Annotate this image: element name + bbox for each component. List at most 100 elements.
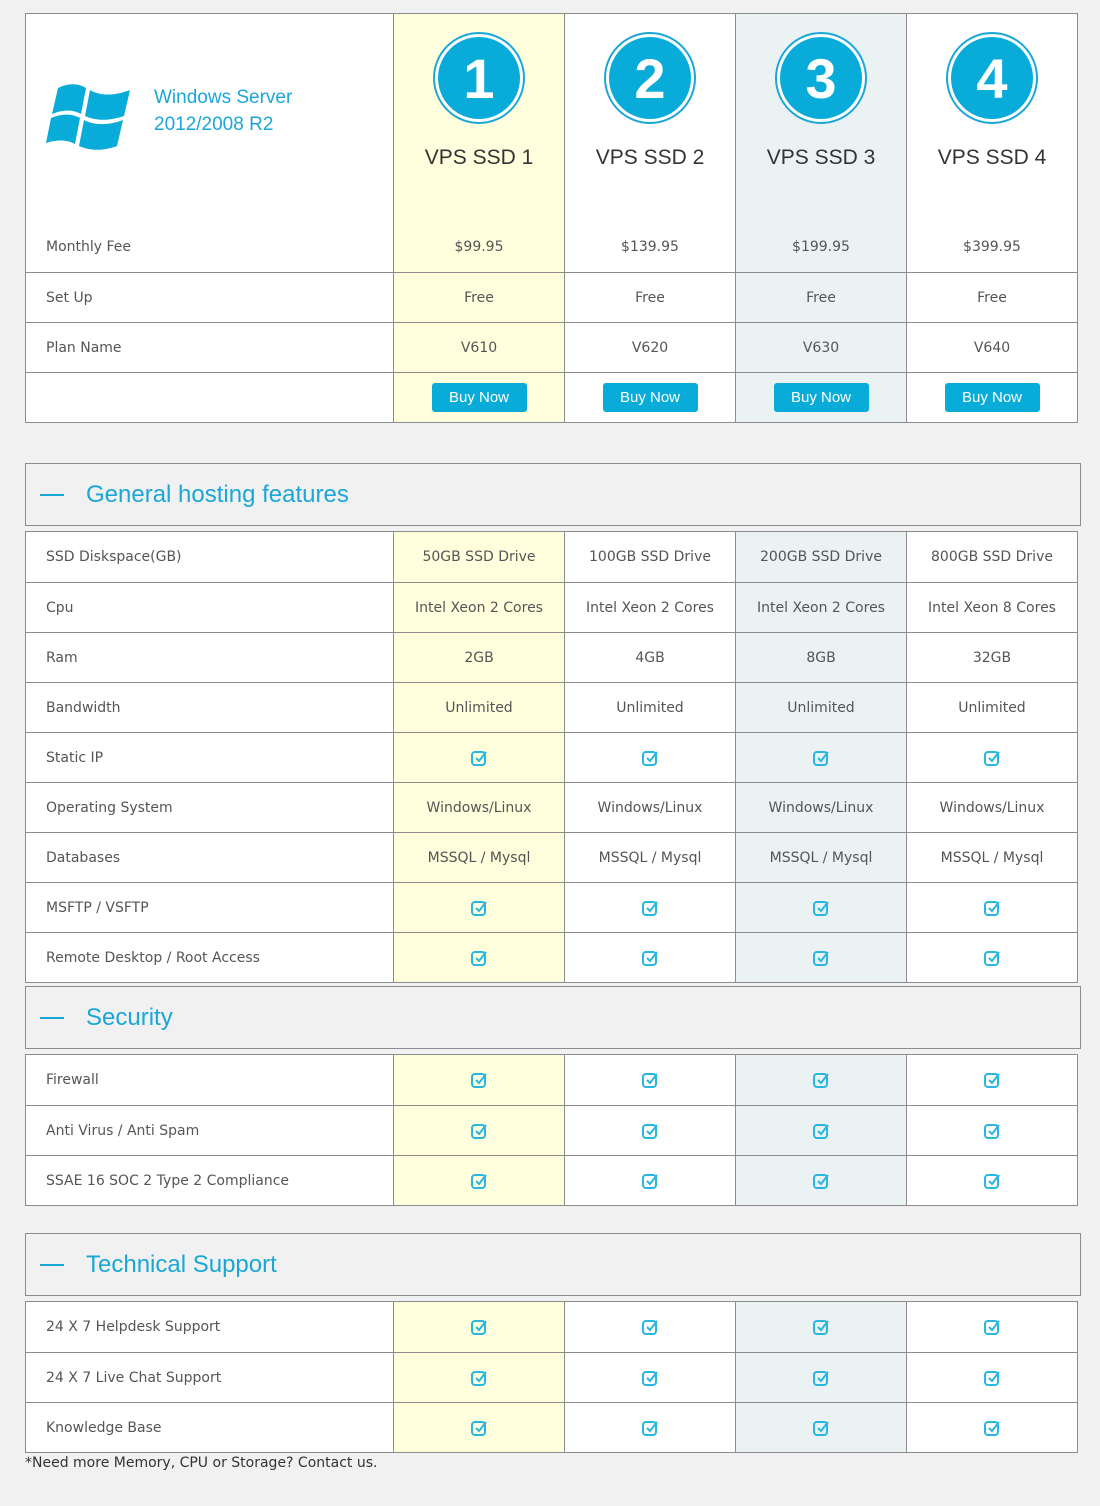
section-header-security[interactable]: Security	[25, 986, 1081, 1049]
check-icon	[393, 1106, 564, 1155]
check-icon	[906, 933, 1077, 982]
check-icon	[393, 1156, 564, 1205]
row-value: Intel Xeon 2 Cores	[393, 583, 564, 632]
check-icon	[735, 933, 906, 982]
plan-header-1: 1 VPS SSD 1	[393, 14, 564, 222]
brand-line-2: 2012/2008 R2	[154, 114, 274, 135]
table-row: Set Up Free Free Free Free	[26, 272, 1077, 322]
row-label: Anti Virus / Anti Spam	[46, 1122, 200, 1139]
row-value: MSSQL / Mysql	[735, 833, 906, 882]
check-icon	[735, 1353, 906, 1402]
table-row: SSAE 16 SOC 2 Type 2 Compliance	[26, 1155, 1077, 1205]
check-icon	[906, 883, 1077, 932]
check-icon	[642, 1320, 658, 1335]
check-icon	[471, 950, 487, 966]
check-icon	[813, 1073, 829, 1088]
table-row: 24 X 7 Helpdesk Support	[26, 1302, 1077, 1352]
check-icon	[393, 1055, 564, 1105]
row-label: Remote Desktop / Root Access	[46, 949, 260, 966]
row-value: Intel Xeon 2 Cores	[564, 583, 735, 632]
check-icon	[564, 1353, 735, 1402]
row-label: Operating System	[46, 799, 173, 816]
row-value: 8GB	[735, 633, 906, 682]
row-label: Static IP	[46, 749, 104, 766]
row-value: 100GB SSD Drive	[564, 532, 735, 582]
check-icon	[813, 1123, 829, 1139]
row-label: Set Up	[46, 289, 93, 306]
row-value: 800GB SSD Drive	[906, 532, 1077, 582]
check-icon	[906, 1302, 1077, 1352]
row-value: 200GB SSD Drive	[735, 532, 906, 582]
security-table: Firewall Anti Virus / Anti Spam SSAE 16 SO…	[25, 1054, 1078, 1206]
windows-logo-icon	[46, 84, 130, 150]
check-icon	[471, 1320, 487, 1335]
row-label: Plan Name	[46, 339, 122, 356]
empty-label	[26, 373, 393, 422]
row-value: MSSQL / Mysql	[906, 833, 1077, 882]
row-value: Free	[906, 273, 1077, 322]
check-icon	[642, 1073, 658, 1088]
row-label: Bandwidth	[46, 699, 121, 716]
row-value: Unlimited	[735, 683, 906, 732]
plan-header-2: 2 VPS SSD 2	[564, 14, 735, 222]
section-header-support[interactable]: Technical Support	[25, 1233, 1081, 1296]
check-icon	[642, 750, 658, 766]
collapse-icon[interactable]	[40, 1016, 64, 1019]
check-icon	[735, 733, 906, 782]
table-row: Monthly Fee $99.95 $139.95 $199.95 $399.95	[26, 222, 1077, 272]
check-icon	[906, 1156, 1077, 1205]
row-value: 32GB	[906, 633, 1077, 682]
buy-now-button-1[interactable]: Buy Now	[431, 383, 527, 412]
check-icon	[564, 933, 735, 982]
check-icon	[906, 1403, 1077, 1452]
check-icon	[642, 1420, 658, 1436]
collapse-icon[interactable]	[40, 1263, 64, 1266]
plan-number-badge: 3	[775, 32, 867, 124]
plan-title: VPS SSD 1	[424, 146, 534, 169]
check-icon	[813, 900, 829, 916]
check-icon	[564, 733, 735, 782]
check-icon	[564, 1055, 735, 1105]
table-row: Static IP	[26, 732, 1077, 782]
row-value: Free	[564, 273, 735, 322]
section-header-general[interactable]: General hosting features	[25, 463, 1081, 526]
row-value: V620	[564, 323, 735, 372]
row-value: Windows/Linux	[393, 783, 564, 832]
table-row: Bandwidth Unlimited Unlimited Unlimited Unli…	[26, 682, 1077, 732]
check-icon	[906, 733, 1077, 782]
buy-now-button-3[interactable]: Buy Now	[773, 383, 869, 412]
row-label: 24 X 7 Helpdesk Support	[46, 1319, 221, 1335]
check-icon	[735, 1302, 906, 1352]
general-features-table: SSD Diskspace(GB) 50GB SSD Drive 100GB SSD…	[25, 531, 1078, 983]
check-icon	[393, 1302, 564, 1352]
collapse-icon[interactable]	[40, 493, 64, 496]
check-icon	[393, 733, 564, 782]
table-row: Anti Virus / Anti Spam	[26, 1105, 1077, 1155]
plan-number-badge: 2	[604, 32, 696, 124]
check-icon	[813, 1370, 829, 1386]
check-icon	[735, 883, 906, 932]
buy-row: Buy Now Buy Now Buy Now Buy Now	[26, 372, 1077, 422]
row-label: Databases	[46, 849, 121, 866]
row-value: Intel Xeon 2 Cores	[735, 583, 906, 632]
row-value: MSSQL / Mysql	[393, 833, 564, 882]
row-value: MSSQL / Mysql	[564, 833, 735, 882]
table-row: Firewall	[26, 1055, 1077, 1105]
check-icon	[642, 1123, 658, 1139]
plan-number-badge: 1	[433, 32, 525, 124]
check-icon	[642, 1370, 658, 1386]
check-icon	[735, 1403, 906, 1452]
row-label: SSAE 16 SOC 2 Type 2 Compliance	[46, 1172, 290, 1189]
check-icon	[984, 1123, 1000, 1139]
table-row: Remote Desktop / Root Access	[26, 932, 1077, 982]
table-row: Plan Name V610 V620 V630 V640	[26, 322, 1077, 372]
row-value: V610	[393, 323, 564, 372]
check-icon	[906, 1055, 1077, 1105]
buy-now-button-4[interactable]: Buy Now	[944, 383, 1040, 412]
support-table: 24 X 7 Helpdesk Support 24 X 7 Live Chat …	[25, 1301, 1078, 1453]
plan-title: VPS SSD 3	[766, 146, 876, 169]
check-icon	[471, 900, 487, 916]
plan-header-4: 4 VPS SSD 4	[906, 14, 1077, 222]
table-row: SSD Diskspace(GB) 50GB SSD Drive 100GB SSD…	[26, 532, 1077, 582]
buy-now-button-2[interactable]: Buy Now	[602, 383, 698, 412]
